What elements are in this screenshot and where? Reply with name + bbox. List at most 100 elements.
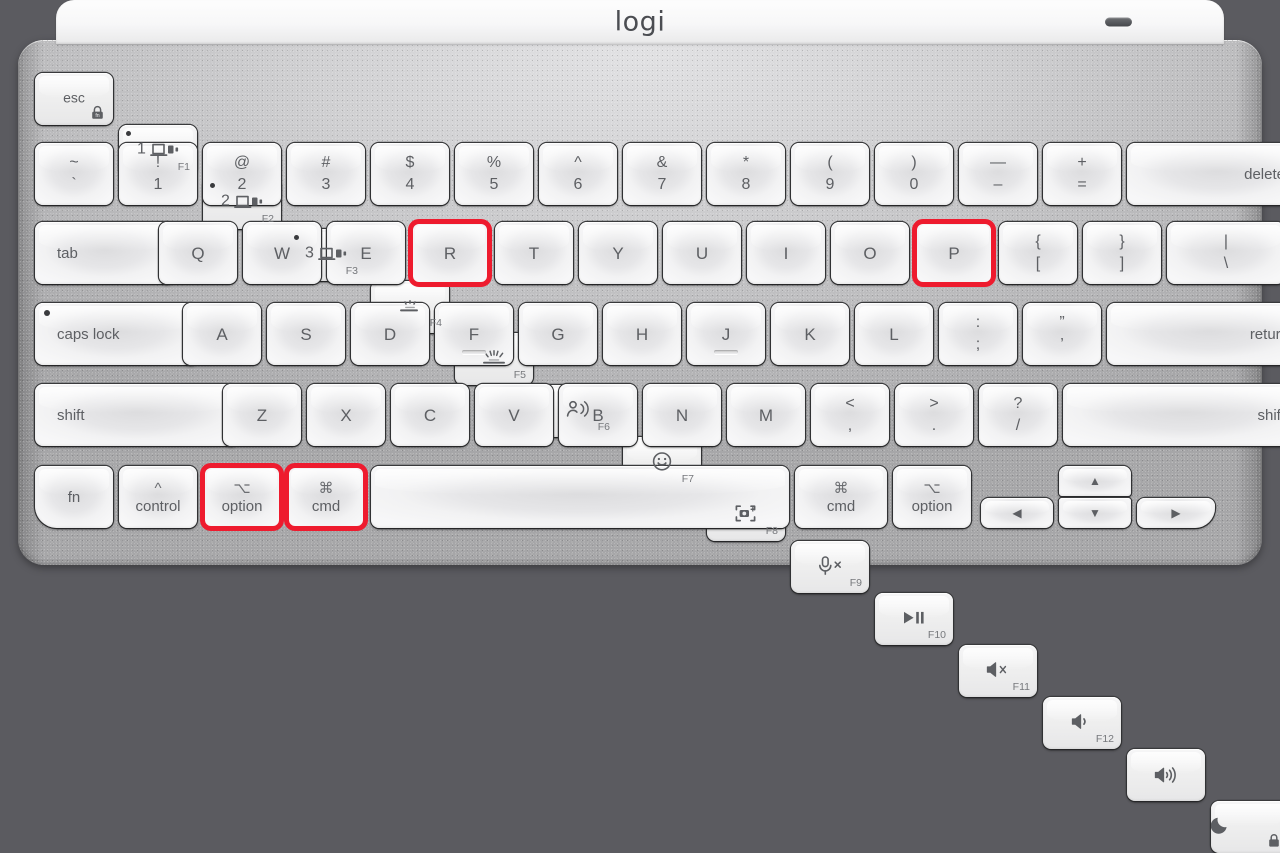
key-0[interactable]: ) 0 [875, 143, 953, 205]
key-shift-right[interactable]: shift [1063, 384, 1280, 446]
arrow-down-icon: ▼ [1089, 506, 1101, 520]
key-a[interactable]: A [183, 303, 261, 365]
key-x[interactable]: X [307, 384, 385, 446]
key-arrow-right[interactable]: ▶ [1137, 498, 1215, 528]
key-label-upper: $ [405, 154, 415, 171]
key-delete[interactable]: delete [1127, 143, 1280, 205]
key-h[interactable]: H [603, 303, 681, 365]
key-quote[interactable]: ” ’ [1023, 303, 1101, 365]
key-comma[interactable]: < , [811, 384, 889, 446]
key-m[interactable]: M [727, 384, 805, 446]
key-label: — – [990, 155, 1006, 193]
key-bracket-right[interactable]: } ] [1083, 222, 1161, 284]
key-sleep[interactable] [1211, 801, 1280, 853]
key-q[interactable]: Q [159, 222, 237, 284]
easy-switch-icon: 3 [287, 245, 365, 263]
key-6[interactable]: ^ 6 [539, 143, 617, 205]
key-label: I [783, 243, 789, 263]
key-arrow-down[interactable]: ▼ [1059, 498, 1131, 528]
key-label-lower: 0 [909, 176, 919, 193]
key-u[interactable]: U [663, 222, 741, 284]
key-9[interactable]: ( 9 [791, 143, 869, 205]
key-l[interactable]: L [855, 303, 933, 365]
homing-bar [714, 350, 738, 354]
key-label-upper: | [1223, 233, 1229, 250]
key-label-lower: 4 [405, 176, 415, 193]
key-label-upper: ) [911, 154, 917, 171]
key-label-upper: ~ [69, 154, 79, 171]
key-esc[interactable]: esc fn [35, 73, 113, 125]
play-pause-icon [875, 610, 953, 626]
key-f9[interactable]: F9 [791, 541, 869, 593]
key-label: T [528, 243, 540, 263]
key-8[interactable]: * 8 [707, 143, 785, 205]
key-label: ⌥ option [912, 481, 953, 514]
key-o[interactable]: O [831, 222, 909, 284]
key-k[interactable]: K [771, 303, 849, 365]
caps-lock-indicator [44, 310, 50, 316]
key-tab[interactable]: tab [35, 222, 175, 284]
key-s[interactable]: S [267, 303, 345, 365]
key-label: return [1249, 325, 1280, 343]
key-j[interactable]: J [687, 303, 765, 365]
key-label-lower: = [1077, 176, 1087, 193]
key-t[interactable]: T [495, 222, 573, 284]
key-label: * 8 [742, 155, 751, 193]
key-period[interactable]: > . [895, 384, 973, 446]
keyboard-top-bezel: logi [56, 0, 1224, 44]
key-backslash[interactable]: | \ [1167, 222, 1280, 284]
key-cmd-left[interactable]: ⌘ cmd [287, 466, 365, 528]
key-f12[interactable]: F12 [1043, 697, 1121, 749]
channel-indicator-dot [294, 235, 299, 240]
key-option-left[interactable]: ⌥ option [203, 466, 281, 528]
key-fn[interactable]: fn [35, 466, 113, 528]
key-control[interactable]: ^ control [119, 466, 197, 528]
key-c[interactable]: C [391, 384, 469, 446]
channel-indicator-dot [126, 131, 131, 136]
key-gloss [1067, 387, 1280, 414]
key-label: % 5 [487, 155, 501, 193]
key-equal[interactable]: + = [1043, 143, 1121, 205]
key-label: ^ 6 [574, 155, 583, 193]
key-7[interactable]: & 7 [623, 143, 701, 205]
key-f11[interactable]: F11 [959, 645, 1037, 697]
key-label-upper: ( [827, 154, 833, 171]
key-label: ^ control [135, 481, 180, 514]
key-cmd-right[interactable]: ⌘ cmd [795, 466, 887, 528]
key-arrow-left[interactable]: ◀ [981, 498, 1053, 528]
key-caps-lock[interactable]: caps lock [35, 303, 199, 365]
key-return[interactable]: return [1107, 303, 1280, 365]
key-minus[interactable]: — – [959, 143, 1037, 205]
key-r[interactable]: R [411, 222, 489, 284]
key-i[interactable]: I [747, 222, 825, 284]
key-label: & 7 [657, 155, 668, 193]
fn-number-label: F4 [429, 317, 442, 329]
key-label: J [721, 324, 731, 344]
key-label-upper: ” [1059, 314, 1065, 331]
key-label: ” ’ [1059, 315, 1064, 353]
mic-mute-icon [791, 555, 869, 575]
key-n[interactable]: N [643, 384, 721, 446]
key-gloss [375, 469, 785, 496]
key-label: ) 0 [910, 155, 919, 193]
key-label-lower: / [1015, 417, 1021, 434]
key-vol-up[interactable] [1127, 749, 1205, 801]
key-p[interactable]: P [915, 222, 993, 284]
key-5[interactable]: % 5 [455, 143, 533, 205]
key-option-right[interactable]: ⌥ option [893, 466, 971, 528]
key-shift-left[interactable]: shift [35, 384, 239, 446]
key-semicolon[interactable]: : ; [939, 303, 1017, 365]
key-label-lower: ] [1119, 255, 1125, 272]
key-label: O [863, 243, 877, 263]
key-slash[interactable]: ? / [979, 384, 1057, 446]
key-f10[interactable]: F10 [875, 593, 953, 645]
volume-up-icon [1127, 766, 1205, 784]
key-bracket-left[interactable]: { [ [999, 222, 1077, 284]
key-4[interactable]: $ 4 [371, 143, 449, 205]
key-y[interactable]: Y [579, 222, 657, 284]
key-backtick[interactable]: ~ ` [35, 143, 113, 205]
key-z[interactable]: Z [223, 384, 301, 446]
key-arrow-up[interactable]: ▲ [1059, 466, 1131, 496]
key-3[interactable]: # 3 [287, 143, 365, 205]
fn-lock-icon: fn [90, 105, 105, 120]
